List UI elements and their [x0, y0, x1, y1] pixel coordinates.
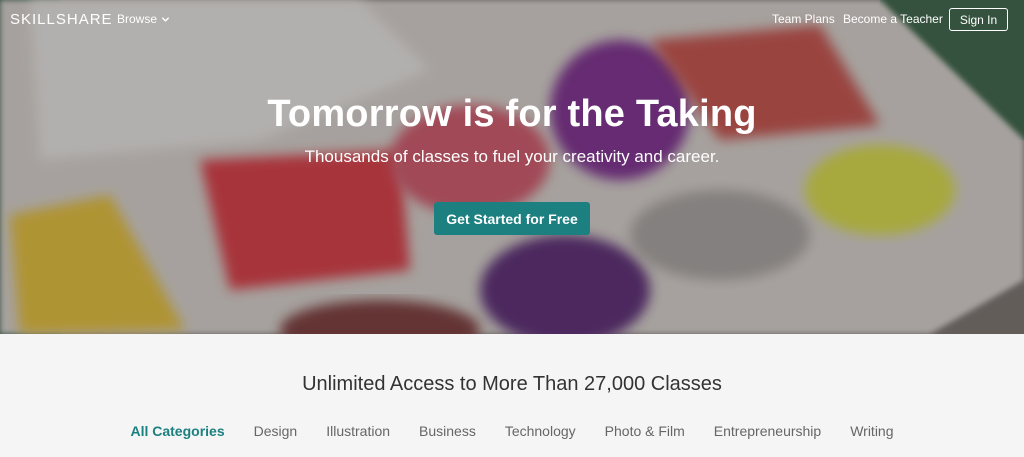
tab-photo-film[interactable]: Photo & Film: [605, 423, 685, 439]
browse-menu[interactable]: Browse: [117, 12, 170, 26]
hero-banner: SKILLSHARE Browse Team Plans Become a Te…: [0, 0, 1024, 334]
team-plans-link[interactable]: Team Plans: [772, 12, 835, 26]
browse-label: Browse: [117, 12, 158, 26]
classes-section-title: Unlimited Access to More Than 27,000 Cla…: [302, 373, 722, 395]
tab-all-categories[interactable]: All Categories: [130, 423, 224, 439]
tab-technology[interactable]: Technology: [505, 423, 576, 439]
skillshare-logo[interactable]: SKILLSHARE: [10, 11, 113, 28]
tab-illustration[interactable]: Illustration: [326, 423, 390, 439]
tab-writing[interactable]: Writing: [850, 423, 893, 439]
get-started-button[interactable]: Get Started for Free: [434, 202, 590, 235]
hero-overlay: [0, 0, 1024, 334]
become-teacher-link[interactable]: Become a Teacher: [843, 12, 943, 26]
hero-title: Tomorrow is for the Taking: [267, 93, 757, 135]
hero-subtitle: Thousands of classes to fuel your creati…: [304, 147, 720, 166]
tab-business[interactable]: Business: [419, 423, 476, 439]
chevron-down-icon: [161, 16, 170, 22]
top-navbar: SKILLSHARE Browse Team Plans Become a Te…: [0, 0, 1024, 40]
tab-design[interactable]: Design: [254, 423, 298, 439]
tab-entrepreneurship[interactable]: Entrepreneurship: [714, 423, 821, 439]
category-tabs: All Categories Design Illustration Busin…: [0, 423, 1024, 439]
sign-in-button[interactable]: Sign In: [949, 8, 1008, 31]
